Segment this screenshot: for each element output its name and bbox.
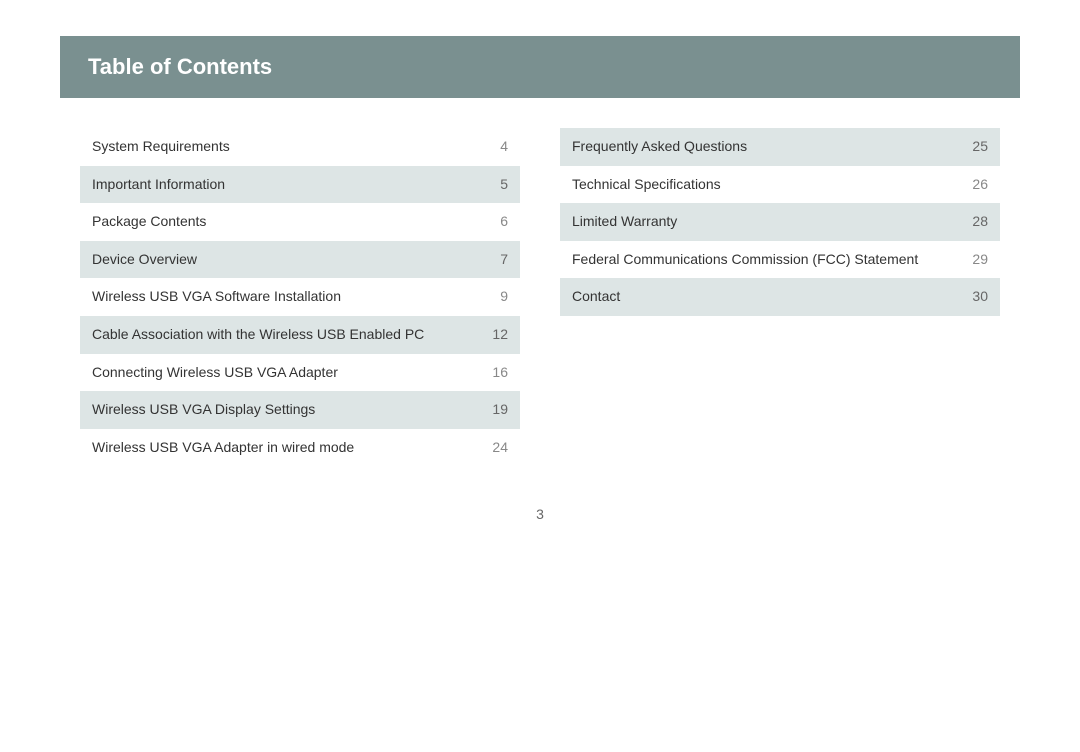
toc-item-page: 24 (492, 438, 508, 458)
toc-item-title: Frequently Asked Questions (572, 137, 972, 157)
toc-item: Frequently Asked Questions25 (560, 128, 1000, 166)
toc-item-title: Wireless USB VGA Display Settings (92, 400, 492, 420)
toc-item-title: Contact (572, 287, 972, 307)
toc-item: Wireless USB VGA Display Settings19 (80, 391, 520, 429)
toc-item: Connecting Wireless USB VGA Adapter16 (80, 354, 520, 392)
toc-item-title: Limited Warranty (572, 212, 972, 232)
toc-item-title: Wireless USB VGA Adapter in wired mode (92, 438, 492, 458)
toc-item-page: 30 (972, 287, 988, 307)
page-number: 3 (60, 506, 1020, 522)
header: Table of Contents (60, 36, 1020, 98)
toc-item-page: 28 (972, 212, 988, 232)
toc-item-page: 4 (500, 137, 508, 157)
toc-item-page: 5 (500, 175, 508, 195)
toc-right-column: Frequently Asked Questions25Technical Sp… (560, 128, 1000, 466)
toc-item: Federal Communications Commission (FCC) … (560, 241, 1000, 279)
toc-item: Technical Specifications26 (560, 166, 1000, 204)
toc-item: System Requirements4 (80, 128, 520, 166)
toc-item-page: 25 (972, 137, 988, 157)
page-title: Table of Contents (88, 54, 272, 79)
toc-item-title: System Requirements (92, 137, 500, 157)
toc-item-title: Wireless USB VGA Software Installation (92, 287, 500, 307)
toc-container: System Requirements4Important Informatio… (60, 128, 1020, 466)
toc-item: Cable Association with the Wireless USB … (80, 316, 520, 354)
toc-item-title: Technical Specifications (572, 175, 972, 195)
toc-item: Important Information5 (80, 166, 520, 204)
toc-left-column: System Requirements4Important Informatio… (80, 128, 520, 466)
toc-item-title: Federal Communications Commission (FCC) … (572, 250, 972, 270)
page: Table of Contents System Requirements4Im… (60, 36, 1020, 716)
toc-item-title: Cable Association with the Wireless USB … (92, 325, 492, 345)
toc-item-page: 26 (972, 175, 988, 195)
toc-item-title: Important Information (92, 175, 500, 195)
toc-item-page: 9 (500, 287, 508, 307)
toc-item: Device Overview7 (80, 241, 520, 279)
toc-item-page: 12 (492, 325, 508, 345)
toc-item: Contact30 (560, 278, 1000, 316)
toc-item: Wireless USB VGA Adapter in wired mode24 (80, 429, 520, 467)
toc-item-title: Package Contents (92, 212, 500, 232)
toc-item-page: 16 (492, 363, 508, 383)
toc-item-title: Connecting Wireless USB VGA Adapter (92, 363, 492, 383)
toc-item-page: 7 (500, 250, 508, 270)
toc-item-page: 19 (492, 400, 508, 420)
toc-item-page: 6 (500, 212, 508, 232)
toc-item-page: 29 (972, 250, 988, 270)
toc-item: Package Contents6 (80, 203, 520, 241)
toc-item: Limited Warranty28 (560, 203, 1000, 241)
toc-item-title: Device Overview (92, 250, 500, 270)
toc-item: Wireless USB VGA Software Installation9 (80, 278, 520, 316)
